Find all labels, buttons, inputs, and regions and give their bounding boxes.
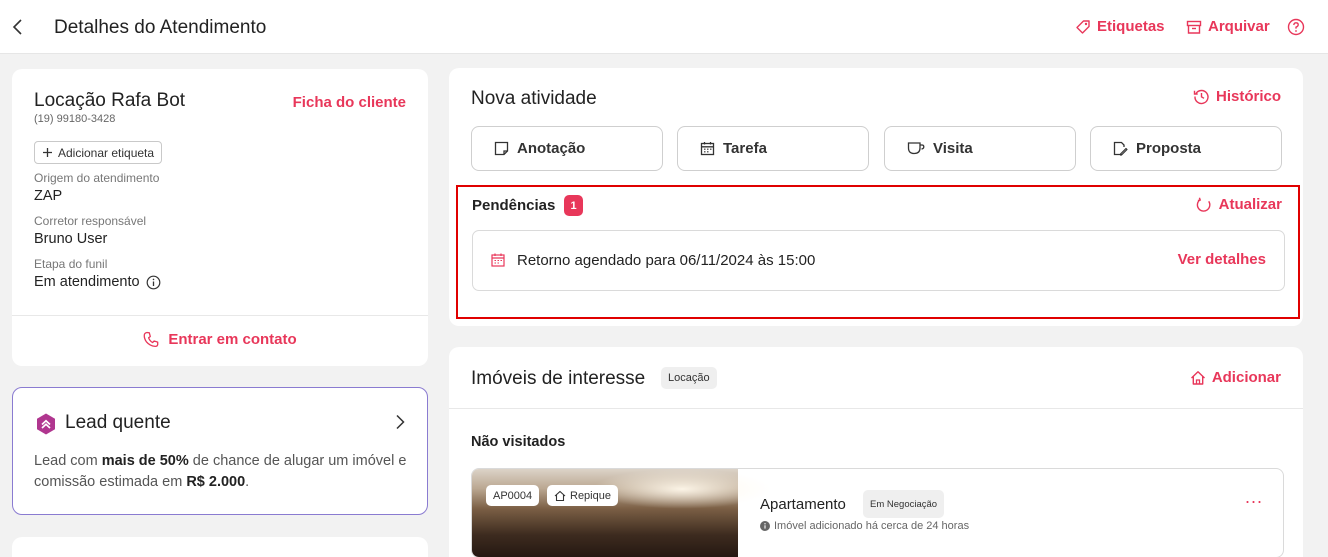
back-icon[interactable] [10,17,26,37]
property-note: Imóvel adicionado há cerca de 24 horas [760,520,969,532]
document-edit-icon [1113,141,1128,156]
pending-item: Retorno agendado para 06/11/2024 às 15:0… [472,230,1285,291]
top-bar: Detalhes do Atendimento Etiquetas Arquiv… [0,0,1328,54]
contact-button[interactable]: Entrar em contato [12,331,428,348]
task-button[interactable]: Tarefa [677,126,869,171]
client-divider [12,315,428,316]
client-phone: (19) 99180-3428 [34,113,116,125]
pending-item-text: Retorno agendado para 06/11/2024 às 15:0… [517,252,816,269]
history-label: Histórico [1215,88,1281,105]
lead-card[interactable]: Lead quente Lead com mais de 50% de chan… [12,387,428,515]
pending-title: Pendências [472,197,556,214]
cup-icon [907,141,925,156]
add-tag-button[interactable]: Adicionar etiqueta [34,141,163,164]
broker-label: Corretor responsável [34,214,147,228]
calendar-icon [700,141,715,156]
task-label: Tarefa [723,140,767,157]
origin-value: ZAP [34,188,63,204]
plus-icon [42,147,53,158]
client-name: Locação Rafa Bot [34,90,186,111]
properties-title: Imóveis de interesse [471,368,646,389]
left-bottom-card [12,537,428,557]
tag-icon [1075,19,1091,35]
pending-count-badge: 1 [564,195,583,216]
refresh-button[interactable]: Atualizar [1196,196,1282,213]
proposal-label: Proposta [1136,140,1202,157]
tags-label: Etiquetas [1097,18,1165,35]
history-icon [1193,88,1210,105]
info-icon[interactable] [146,275,161,290]
hot-lead-icon [34,412,58,436]
visit-label: Visita [933,140,973,157]
chevron-right-icon[interactable] [395,414,405,430]
property-status-badge: Em Negociação [863,490,945,518]
phone-icon [143,331,159,348]
visit-button[interactable]: Visita [884,126,1076,171]
home-icon [554,490,566,502]
property-photo: AP0004 Repique [472,469,772,557]
lead-description: Lead com mais de 50% de chance de alugar… [34,453,407,490]
property-type: Apartamento [760,496,846,513]
rental-chip: Locação [661,367,717,389]
client-sheet-link[interactable]: Ficha do cliente [293,94,406,111]
history-link[interactable]: Histórico [1193,88,1281,105]
proposal-button[interactable]: Proposta [1090,126,1282,171]
see-details-link[interactable]: Ver detalhes [1178,251,1266,268]
annotation-button[interactable]: Anotação [471,126,663,171]
client-card: Locação Rafa Bot (19) 99180-3428 Ficha d… [12,69,428,366]
info-icon [760,521,770,531]
tags-button[interactable]: Etiquetas [1075,18,1165,35]
properties-card: Imóveis de interesse Locação Adicionar N… [449,347,1303,557]
properties-divider [449,408,1303,409]
help-icon[interactable] [1287,18,1305,36]
refresh-icon [1196,197,1212,213]
more-options-icon[interactable]: ... [1245,487,1263,508]
broker-value: Bruno User [34,231,108,247]
refresh-label: Atualizar [1218,196,1282,213]
contact-label: Entrar em contato [168,331,297,348]
add-property-label: Adicionar [1211,369,1281,386]
page-title: Detalhes do Atendimento [54,17,267,38]
funnel-stage-value: Em atendimento [34,274,161,290]
property-tag: Repique [547,485,618,506]
archive-button[interactable]: Arquivar [1186,18,1270,35]
note-icon [494,141,509,156]
lead-title: Lead quente [65,412,171,433]
add-tag-label: Adicionar etiqueta [58,145,155,160]
activity-title: Nova atividade [471,88,597,109]
property-item[interactable]: AP0004 Repique Apartamento Em Negociação… [471,468,1284,557]
property-code: AP0004 [486,485,540,506]
origin-label: Origem do atendimento [34,171,160,185]
home-icon [1190,370,1206,386]
calendar-icon [491,253,505,267]
funnel-stage-label: Etapa do funil [34,257,108,271]
pending-section: Pendências 1 Atualizar Retorno agendado … [456,185,1300,319]
add-property-button[interactable]: Adicionar [1190,369,1281,386]
not-visited-title: Não visitados [471,434,566,450]
archive-icon [1186,19,1202,35]
archive-label: Arquivar [1208,18,1270,35]
annotation-label: Anotação [517,140,586,157]
